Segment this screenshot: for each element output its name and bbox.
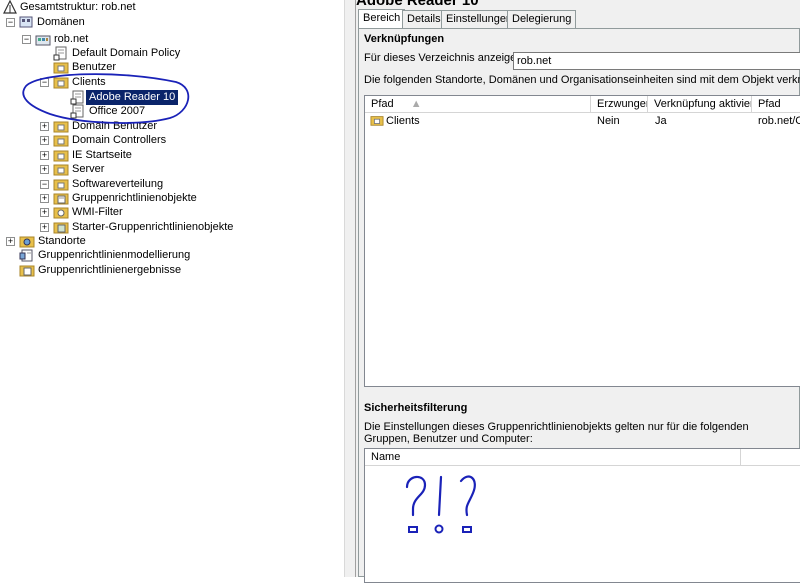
sort-asc-icon: ▲ — [410, 98, 422, 110]
column-header-erzwungen[interactable]: Erzwungen — [591, 96, 648, 113]
expand-icon[interactable]: + — [40, 223, 49, 232]
expand-icon[interactable]: + — [40, 194, 49, 203]
tree-label: Server — [72, 163, 105, 175]
sites-icon — [19, 234, 35, 249]
security-description-line2: Gruppen, Benutzer und Computer: — [364, 433, 533, 445]
details-pane: Adobe Reader 10 Bereich Details Einstell… — [356, 0, 800, 583]
tab-details[interactable]: Details — [402, 10, 446, 28]
tab-bereich[interactable]: Bereich — [358, 9, 406, 29]
ou-folder-icon — [53, 162, 69, 177]
tab-einstellungen[interactable]: Einstellungen — [441, 10, 518, 28]
tree-label: Gruppenrichtlinienobjekte — [72, 192, 197, 204]
gpo-tree[interactable]: Gesamtstruktur: rob.net − Domänen − rob.… — [0, 0, 344, 577]
collapse-icon[interactable]: − — [40, 180, 49, 189]
ou-folder-icon — [53, 148, 69, 163]
cell-name: Clients — [386, 115, 420, 127]
expand-icon[interactable]: + — [40, 165, 49, 174]
links-description: Die folgenden Standorte, Domänen und Org… — [364, 74, 800, 86]
tree-label: Gruppenrichtlinienmodellierung — [38, 249, 191, 261]
links-listview[interactable]: Pfad ▲ Erzwungen Verknüpfung aktiviert P… — [364, 95, 800, 387]
handwritten-question-annotation: ?!? — [405, 475, 476, 534]
tab-panel: Verknüpfungen Für dieses Verzeichnis anz… — [358, 28, 800, 583]
results-icon — [19, 263, 35, 278]
security-listview[interactable]: Name ?!? — [364, 448, 800, 583]
directory-label: Für dieses Verzeichnis anzeigen: — [364, 52, 526, 64]
column-header-name[interactable]: Name — [365, 449, 741, 466]
cell-path: rob.net/Clients — [758, 115, 800, 127]
directory-select[interactable]: rob.net — [513, 52, 800, 70]
ou-folder-icon — [370, 114, 386, 129]
ou-folder-icon — [53, 177, 69, 192]
tab-delegierung[interactable]: Delegierung — [507, 10, 577, 28]
gpo-container-icon — [53, 191, 69, 206]
cell-enabled: Ja — [655, 115, 667, 127]
tree-label: Gruppenrichtlinienergebnisse — [38, 264, 182, 276]
expand-icon[interactable]: + — [40, 151, 49, 160]
tree-label: Standorte — [38, 235, 86, 247]
pane-splitter[interactable] — [344, 0, 356, 577]
starter-gpo-icon — [53, 220, 69, 235]
table-row[interactable]: Clients Nein Ja rob.net/Clients — [365, 114, 800, 129]
column-header-pfad[interactable]: Pfad ▲ — [365, 96, 591, 113]
tree-label: WMI-Filter — [72, 206, 123, 218]
security-description-line1: Die Einstellungen dieses Gruppenrichtlin… — [364, 421, 749, 433]
column-header-verknuepfung[interactable]: Verknüpfung aktiviert — [648, 96, 752, 113]
expand-icon[interactable]: + — [40, 208, 49, 217]
handdrawn-ellipse-annotation — [22, 73, 190, 124]
tree-label: Softwareverteilung — [72, 178, 164, 190]
gpo-title: Adobe Reader 10 — [356, 0, 479, 9]
tree-label: IE Startseite — [72, 149, 132, 161]
column-header-pfad-2[interactable]: Pfad — [752, 96, 800, 113]
modeling-icon — [19, 248, 35, 263]
links-section-title: Verknüpfungen — [364, 33, 445, 45]
security-section-title: Sicherheitsfilterung — [364, 402, 468, 414]
cell-enforced: Nein — [597, 115, 620, 127]
expand-icon[interactable]: + — [6, 237, 15, 246]
column-header-blank[interactable] — [741, 449, 800, 466]
tree-label: Starter-Gruppenrichtlinienobjekte — [72, 221, 234, 233]
wmi-folder-icon — [53, 205, 69, 220]
